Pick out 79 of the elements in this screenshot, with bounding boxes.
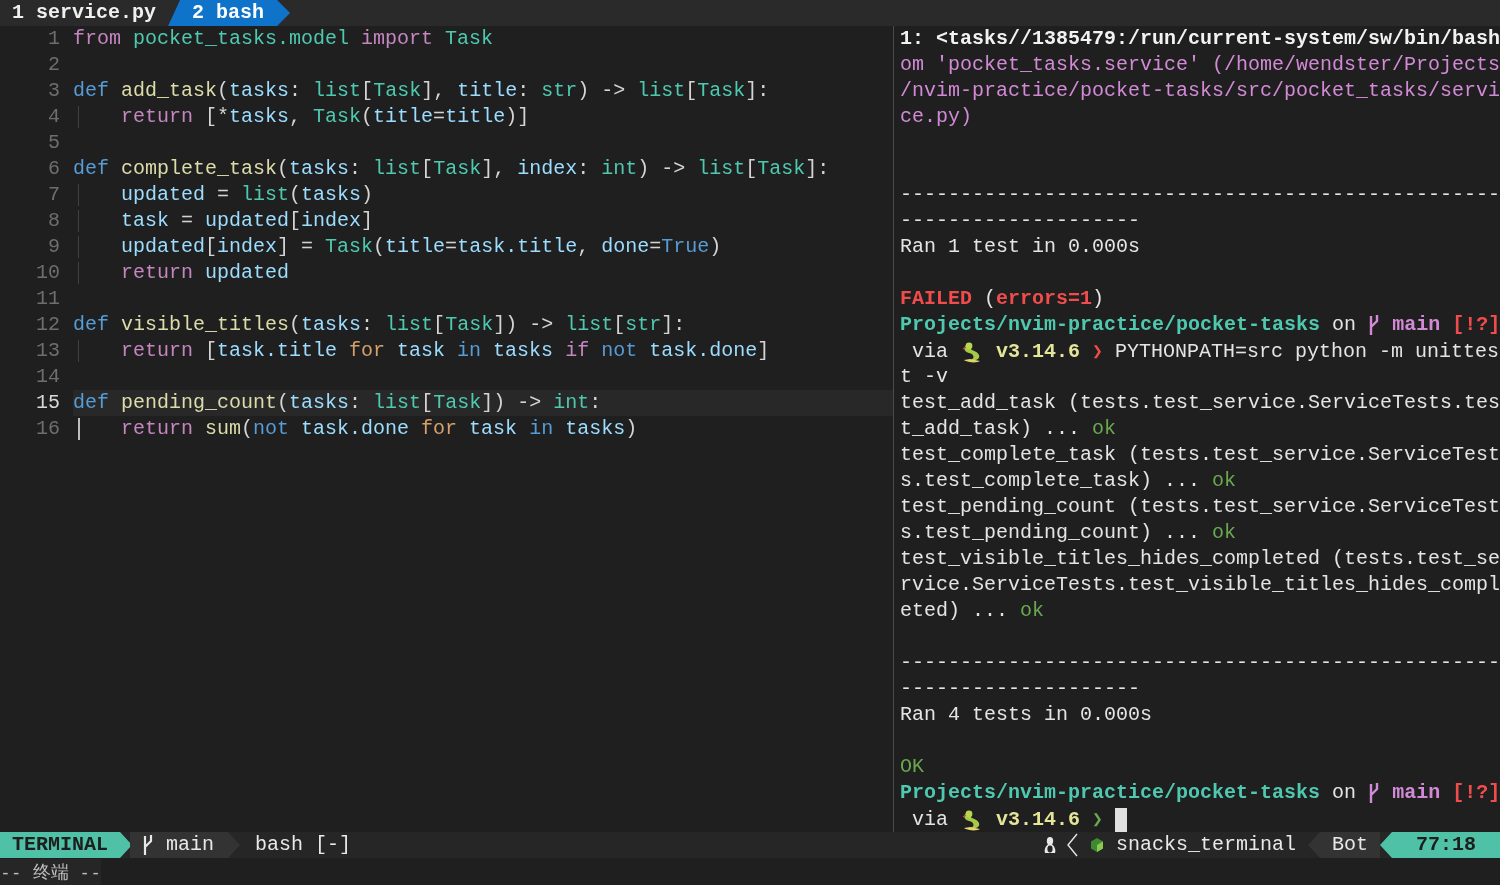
terminal-line: OK [900, 755, 924, 778]
terminal-line: test_add_task (tests.test_service.ServiceTests.tes [900, 391, 1500, 414]
terminal-line: rvice.ServiceTests.test_visible_titles_hides_compl [900, 573, 1500, 596]
code-line: task = updated[index] [121, 208, 374, 234]
code-line: def add_task(tasks: list[Task], title: str) -> list[Task]: [73, 78, 770, 104]
line-number: 9 [47, 234, 60, 260]
terminal-line: ce.py) [900, 105, 972, 128]
tab[interactable]: 1 service.py [0, 0, 169, 26]
line-number: 3 [47, 78, 60, 104]
terminal-line: Ran 4 tests in 0.000s [900, 703, 1153, 726]
terminal-line: test_visible_titles_hides_completed (tests.test_se [900, 547, 1500, 570]
code-line: return [*tasks, Task(title=title)] [121, 104, 530, 130]
branch-icon [1368, 781, 1381, 804]
line-number: 7 [47, 182, 60, 208]
code-line: return updated [121, 260, 290, 286]
code-line: updated = list(tasks) [121, 182, 374, 208]
terminal-line: eted) ... ok [900, 599, 1045, 622]
prompt-path: Projects/nvim-practice/pocket-tasks [900, 313, 1321, 336]
code-line: def visible_titles(tasks: list[Task]) -> list[str]: [73, 312, 686, 338]
git-status: [!?] [1452, 313, 1500, 336]
line-number: 2 [47, 52, 60, 78]
terminal-line: -------------------------------------------------- [900, 651, 1500, 674]
terminal-line: -------------------------------------------------- [900, 183, 1500, 206]
terminal-line: test_complete_task (tests.test_service.ServiceTest [900, 443, 1500, 466]
terminal-line: t_add_task) ... ok [900, 417, 1117, 440]
terminal-line: om 'pocket_tasks.service' (/home/wendster/Projects [900, 53, 1500, 76]
code-line: return sum(not task.done for task in tasks) [121, 416, 638, 442]
terminal-line: /nvim-practice/pocket-tasks/src/pocket_tasks/servi [900, 79, 1500, 102]
tab[interactable]: 2 bash [168, 0, 291, 26]
prompt-arrow: ❯ [1092, 340, 1103, 361]
terminal-line: s.test_pending_count) ... ok [900, 521, 1237, 544]
code-line: def complete_task(tasks: list[Task], index: int) -> list[Task]: [73, 156, 830, 182]
line-number: 5 [47, 130, 60, 156]
line-number: 8 [47, 208, 60, 234]
command-text: PYTHONPATH=src python -m unittes [1114, 340, 1499, 363]
line-number: 4 [47, 104, 60, 130]
terminal-line: -------------------- [900, 209, 1141, 232]
line-number: 15 [35, 390, 60, 416]
cube-icon [1089, 837, 1104, 853]
prompt-arrow: ❯ [1092, 808, 1103, 829]
code-line: from pocket_tasks.model import Task [73, 26, 494, 52]
branch-icon [142, 834, 154, 856]
chevron-icon [1065, 833, 1078, 857]
branch-name: main [1392, 313, 1441, 336]
code-line: updated[index] = Task(title=task.title, done=True) [121, 234, 722, 260]
prompt-text: via [912, 808, 948, 831]
prompt-text: on [1332, 781, 1357, 804]
prompt-text: via [912, 340, 948, 363]
git-status: [!?] [1452, 781, 1500, 804]
code-line: def pending_count(tasks: list[Task]) -> int: [73, 390, 602, 416]
buffer-name: bash [-] [255, 832, 352, 858]
terminal-line: -------------------- [900, 677, 1141, 700]
line-number: 6 [47, 156, 60, 182]
python-version: v3.14.6 [996, 808, 1081, 831]
terminal-line: 1: <tasks//1385479:/run/current-system/sw/bin/bash [900, 27, 1500, 50]
terminal-line: s.test_complete_task) ... ok [900, 469, 1237, 492]
cursor-position: 77:18 [1380, 832, 1500, 858]
terminal-line: FAILED (errors=1) [900, 287, 1105, 310]
code-line: return [task.title for task in tasks if not task.done] [121, 338, 770, 364]
prompt-path: Projects/nvim-practice/pocket-tasks [900, 781, 1321, 804]
scroll-position: Bot [1307, 832, 1380, 858]
line-number: 12 [35, 312, 60, 338]
filetype-label: snacks_terminal [1115, 832, 1296, 858]
python-version: v3.14.6 [996, 340, 1081, 363]
line-number: 1 [47, 26, 60, 52]
line-number: 11 [35, 286, 60, 312]
line-number: 14 [35, 364, 60, 390]
line-number: 10 [35, 260, 60, 286]
line-number: 16 [35, 416, 60, 442]
mode-indicator: TERMINAL [0, 832, 132, 858]
terminal-line: t -v [900, 365, 948, 388]
prompt-text: on [1332, 313, 1357, 336]
line-number: 13 [35, 338, 60, 364]
penguin-icon [1042, 836, 1057, 854]
terminal-line: test_pending_count (tests.test_service.ServiceTest [900, 495, 1500, 518]
branch-icon [1368, 313, 1381, 336]
branch-name: main [1392, 781, 1441, 804]
branch-name: main [166, 832, 215, 858]
terminal-line: Ran 1 test in 0.000s [900, 235, 1141, 258]
